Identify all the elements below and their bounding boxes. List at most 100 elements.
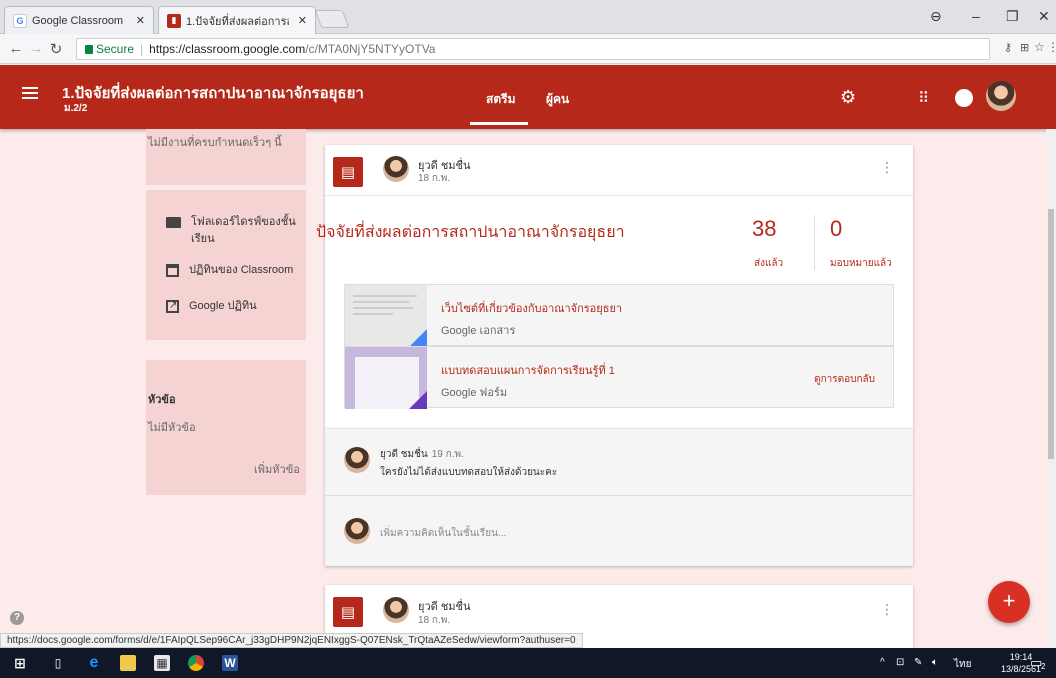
minimize-icon[interactable]: –: [972, 8, 980, 24]
volume-icon[interactable]: 🔈︎: [932, 657, 938, 668]
calendar-icon: [166, 264, 179, 277]
tab-people[interactable]: ผู้คน: [546, 90, 569, 109]
turned-in-label: ส่งแล้ว: [754, 258, 784, 269]
assignment-title[interactable]: ปัจจัยที่ส่งผลต่อการสถาปนาอาณาจักรอยุธยา: [316, 220, 625, 245]
tab-google-classroom[interactable]: G Google Classroom | Goo ✕: [4, 6, 154, 34]
assigned-label: มอบหมายแล้ว: [830, 258, 892, 269]
tray-chevron-icon[interactable]: ^: [880, 657, 885, 668]
back-arrow-icon[interactable]: ←: [6, 40, 26, 57]
assignment-icon: ▤: [333, 157, 363, 187]
bookmark-star-icon[interactable]: ☆: [1034, 40, 1045, 54]
hamburger-menu-icon[interactable]: [22, 87, 38, 99]
secure-indicator[interactable]: Secure: [85, 42, 134, 56]
comment-text: ใครยังไม่ได้ส่งแบบทดสอบให้ส่งด้วยนะคะ: [380, 467, 558, 478]
apps-grid-icon[interactable]: ⠿: [918, 89, 929, 107]
attachment-form[interactable]: แบบทดสอบแผนการจัดการเรียนรู้ที่ 1 Google…: [344, 346, 894, 409]
google-calendar-link[interactable]: Google ปฏิทิน: [166, 297, 257, 315]
new-tab-button[interactable]: [314, 10, 350, 28]
post-date: 18 ก.พ.: [418, 173, 451, 184]
attachment-title: แบบทดสอบแผนการจัดการเรียนรู้ที่ 1: [441, 365, 615, 377]
windows-taskbar: ⊞ ▯ e ▦ W ^ ⊡ ✎ 🔈︎ ไทย 19:14 13/8/2561 ▭…: [0, 648, 1056, 678]
attachment-title: เว็บไซต์ที่เกี่ยวข้องกับอาณาจักรอยุธยา: [441, 303, 623, 315]
gear-icon[interactable]: ⚙: [840, 87, 856, 108]
scroll-thumb[interactable]: [1048, 209, 1054, 459]
menu-kebab-icon[interactable]: ⋮: [1047, 40, 1056, 54]
tab-label: Google Classroom | Goo: [32, 14, 127, 27]
tab-label: 1.ปัจจัยที่ส่งผลต่อการสถาปน: [186, 15, 289, 28]
create-fab-button[interactable]: +: [988, 581, 1030, 623]
windows-start-icon[interactable]: ⊞: [12, 655, 28, 671]
tab-stream[interactable]: สตรีม: [486, 90, 515, 109]
topics-box: หัวข้อ ไม่มีหัวข้อ เพิ่มหัวข้อ: [146, 360, 306, 495]
google-favicon-icon: G: [13, 13, 27, 28]
profile-icon[interactable]: ⊖: [930, 8, 942, 25]
url-host: https://classroom.google.com: [149, 42, 306, 56]
browser-tab-bar: G Google Classroom | Goo ✕ ▮ 1.ปัจจัยที่…: [0, 0, 1056, 34]
notifications-icon[interactable]: [955, 89, 973, 107]
my-avatar: [344, 518, 370, 544]
translate-icon[interactable]: ⊞: [1020, 41, 1029, 54]
turned-in-count[interactable]: 38: [752, 216, 776, 242]
folder-icon: [166, 217, 181, 228]
status-bar-url: https://docs.google.com/forms/d/e/1FAIpQ…: [0, 633, 583, 648]
word-icon[interactable]: W: [222, 655, 238, 671]
user-avatar[interactable]: [986, 81, 1016, 111]
classroom-header: 1.ปัจจัยที่ส่งผลต่อการสถาปนาอาณาจักรอยุธ…: [0, 65, 1056, 129]
address-bar-row: ← → ↻ Secure | https://classroom.google.…: [0, 34, 1056, 64]
comment-author: ยุวดี ชมชื่น 19 ก.พ.: [380, 449, 464, 460]
active-tab-indicator: [470, 122, 528, 125]
lock-icon: [85, 44, 93, 54]
author-avatar: [383, 156, 409, 182]
store-icon[interactable]: ▦: [154, 655, 170, 671]
pen-icon[interactable]: ✎: [914, 657, 922, 668]
attachment-type: Google ฟอร์ม: [441, 387, 508, 399]
language-indicator[interactable]: ไทย: [954, 657, 971, 672]
file-explorer-icon[interactable]: [120, 655, 136, 671]
url-input[interactable]: Secure | https://classroom.google.com/c/…: [76, 38, 990, 60]
classroom-calendar-link[interactable]: ปฏิทินของ Classroom: [166, 262, 293, 279]
form-thumbnail: [345, 347, 427, 409]
topics-heading: หัวข้อ: [148, 394, 176, 406]
docs-corner-icon: [409, 329, 427, 347]
chrome-icon[interactable]: [188, 655, 204, 671]
notification-count: 2: [1041, 662, 1046, 671]
add-comment-input[interactable]: เพิ่มความคิดเห็นในชั้นเรียน...: [380, 526, 506, 541]
close-window-icon[interactable]: ✕: [1038, 8, 1050, 25]
edge-browser-icon[interactable]: e: [86, 654, 102, 671]
assigned-count[interactable]: 0: [830, 216, 842, 242]
restore-icon[interactable]: ❐: [1006, 8, 1019, 25]
upcoming-empty-text: ไม่มีงานที่ครบกำหนดเร็วๆ นี้: [148, 137, 282, 149]
close-tab-icon[interactable]: ✕: [136, 14, 145, 27]
no-topics-text: ไม่มีหัวข้อ: [148, 422, 196, 434]
comment-date: 19 ก.พ.: [431, 449, 464, 460]
add-topic-link[interactable]: เพิ่มหัวข้อ: [254, 460, 300, 478]
author-avatar: [383, 597, 409, 623]
view-responses-link[interactable]: ดูการตอบกลับ: [814, 372, 875, 387]
post-menu-icon[interactable]: ⋮: [880, 160, 894, 174]
commenter-avatar: [344, 447, 370, 473]
help-icon[interactable]: ?: [10, 611, 24, 625]
attachment-doc[interactable]: เว็บไซต์ที่เกี่ยวข้องกับอาณาจักรอยุธยา G…: [344, 284, 894, 347]
classroom-favicon-icon: ▮: [167, 13, 181, 28]
class-title[interactable]: 1.ปัจจัยที่ส่งผลต่อการสถาปนาอาณาจักรอยุธ…: [62, 81, 364, 105]
upcoming-box: ไม่มีงานที่ครบกำหนดเร็วๆ นี้: [146, 129, 306, 185]
reload-icon[interactable]: ↻: [46, 40, 66, 58]
forward-arrow-icon[interactable]: →: [26, 40, 46, 57]
drive-folder-link[interactable]: โฟลเดอร์ไดรฟ์ของชั้นเรียน: [166, 214, 306, 248]
forms-corner-icon: [409, 391, 427, 409]
page-scrollbar[interactable]: [1046, 129, 1056, 648]
class-links-box: โฟลเดอร์ไดรฟ์ของชั้นเรียน ปฏิทินของ Clas…: [146, 190, 306, 340]
doc-thumbnail: [345, 285, 427, 347]
close-tab-icon[interactable]: ✕: [298, 14, 307, 27]
class-section: ม.2/2: [64, 103, 88, 114]
assignment-icon: ▤: [333, 597, 363, 627]
url-path: /c/MTA0NjY5NTYyOTVa: [305, 42, 436, 56]
external-link-icon: [166, 297, 179, 314]
network-icon[interactable]: ⊡: [896, 657, 904, 668]
post-date: 18 ก.พ.: [418, 615, 451, 626]
key-icon[interactable]: ⚷: [1004, 41, 1012, 54]
post-menu-icon[interactable]: ⋮: [880, 602, 894, 616]
task-view-icon[interactable]: ▯: [50, 655, 66, 671]
tab-classroom-assignment[interactable]: ▮ 1.ปัจจัยที่ส่งผลต่อการสถาปน ✕: [158, 6, 316, 34]
attachment-type: Google เอกสาร: [441, 325, 516, 337]
